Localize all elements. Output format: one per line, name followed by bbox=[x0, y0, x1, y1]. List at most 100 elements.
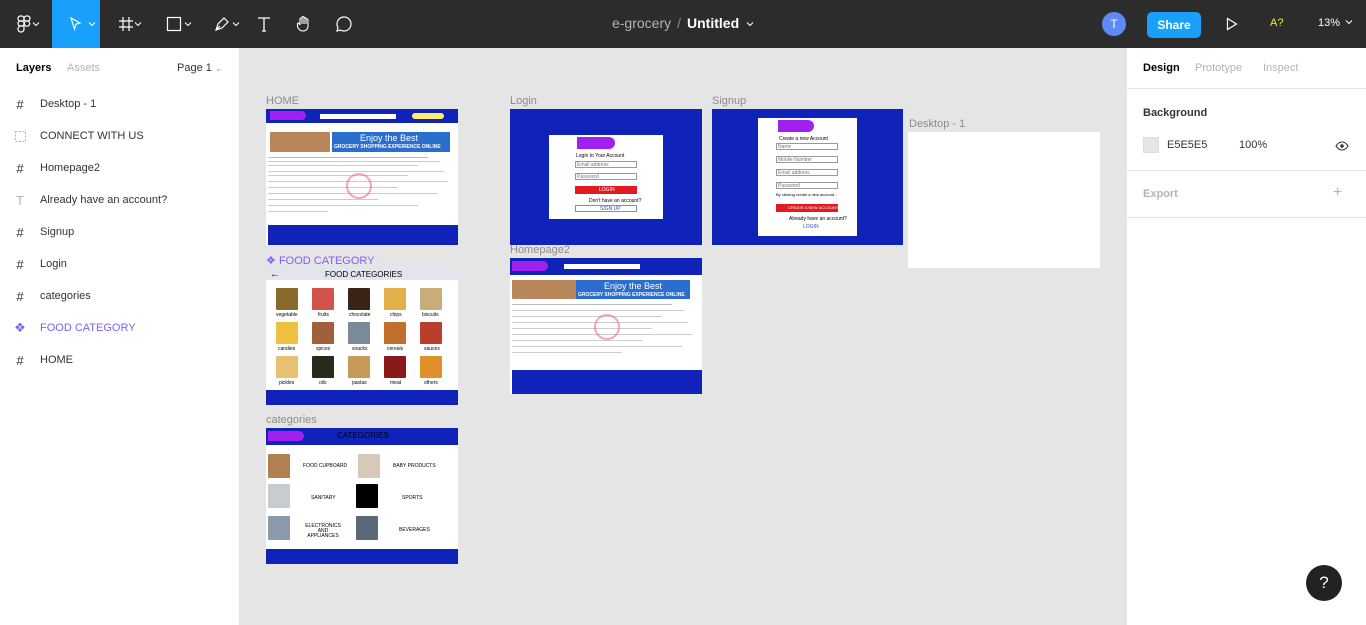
background-swatch[interactable] bbox=[1143, 137, 1159, 153]
layer-categories[interactable]: # categories bbox=[0, 280, 240, 312]
tab-prototype[interactable]: Prototype bbox=[1195, 62, 1242, 74]
hand-tool-button[interactable] bbox=[288, 0, 320, 48]
signup-terms: By clicking create a new account... bbox=[776, 192, 838, 197]
category-label: FOOD CUPBOARD bbox=[303, 463, 348, 469]
signup-login-link: LOGIN bbox=[803, 224, 819, 230]
categories-footer bbox=[266, 549, 458, 564]
frame-home[interactable]: Enjoy the Best GROCERY SHOPPING EXPERIEN… bbox=[266, 109, 458, 245]
frame-label-homepage2[interactable]: Homepage2 bbox=[510, 244, 570, 256]
frame-login[interactable]: Login to Your Account Email address Pass… bbox=[510, 109, 702, 245]
banner-image bbox=[270, 132, 330, 152]
layer-homepage2[interactable]: # Homepage2 bbox=[0, 152, 240, 184]
food-item-label: oils bbox=[319, 380, 327, 386]
chevron-down-icon bbox=[1345, 20, 1353, 25]
comment-icon bbox=[336, 16, 352, 32]
login-button-label: LOGIN bbox=[599, 187, 615, 193]
frame-icon: # bbox=[16, 160, 24, 176]
comment-tool-button[interactable] bbox=[328, 0, 360, 48]
watermark-logo bbox=[594, 314, 620, 340]
text-tool-button[interactable] bbox=[248, 0, 280, 48]
frame-icon: # bbox=[16, 96, 24, 112]
help-button[interactable]: ? bbox=[1306, 565, 1342, 601]
document-name[interactable]: Untitled bbox=[687, 15, 739, 31]
accessibility-check-button[interactable]: A? bbox=[1270, 17, 1283, 29]
layer-desktop-1[interactable]: # Desktop - 1 bbox=[0, 88, 240, 120]
frame-label-signup[interactable]: Signup bbox=[712, 95, 746, 107]
page-name: Page 1 bbox=[177, 62, 212, 74]
login-heading: Login to Your Account bbox=[576, 153, 625, 159]
toolbar: e-grocery / Untitled T Share A? 13% bbox=[0, 0, 1366, 48]
account-pill bbox=[412, 113, 444, 119]
layer-login[interactable]: # Login bbox=[0, 248, 240, 280]
search-input bbox=[564, 264, 640, 269]
food-footer bbox=[266, 390, 458, 405]
logo bbox=[577, 137, 615, 149]
layer-signup[interactable]: # Signup bbox=[0, 216, 240, 248]
canvas[interactable]: HOME Enjoy the Best GROCERY SHOPPING EXP… bbox=[240, 48, 1126, 625]
food-item-label: sauces bbox=[424, 346, 440, 352]
frame-label-login[interactable]: Login bbox=[510, 95, 537, 107]
tab-layers[interactable]: Layers bbox=[16, 62, 51, 74]
add-export-button[interactable]: + bbox=[1333, 184, 1342, 202]
question-icon: ? bbox=[1319, 573, 1329, 592]
signup-password-field: Password bbox=[776, 182, 838, 189]
figma-menu-icon[interactable] bbox=[0, 0, 48, 48]
homepage2-banner-title: Enjoy the Best bbox=[604, 281, 663, 291]
rectangle-icon bbox=[166, 16, 182, 32]
frame-tool-button[interactable] bbox=[104, 0, 148, 48]
food-item-label: spices bbox=[316, 346, 331, 352]
login-button: LOGIN bbox=[575, 186, 637, 194]
frame-icon: # bbox=[16, 224, 24, 240]
hand-icon bbox=[296, 15, 309, 32]
background-hex-input[interactable]: E5E5E5 bbox=[1167, 139, 1207, 151]
frame-label-categories[interactable]: categories bbox=[266, 414, 317, 426]
chevron-down-icon: ⌄ bbox=[214, 64, 222, 73]
signup-have-account: Already have an account? bbox=[789, 216, 847, 222]
layer-label: Desktop - 1 bbox=[40, 98, 97, 110]
present-button[interactable] bbox=[1220, 0, 1244, 48]
frame-homepage2[interactable]: Enjoy the Best GROCERY SHOPPING EXPERIEN… bbox=[510, 258, 702, 394]
chevron-down-icon[interactable] bbox=[746, 20, 754, 28]
signup-button: CREATE A NEW ACCOUNT bbox=[776, 204, 838, 212]
food-item-label: biscuits bbox=[422, 312, 439, 318]
layer-home[interactable]: # HOME bbox=[0, 344, 240, 376]
layer-connect-with-us[interactable]: CONNECT WITH US bbox=[0, 120, 240, 152]
move-tool-button[interactable] bbox=[52, 0, 100, 48]
login-card: Login to Your Account Email address Pass… bbox=[549, 135, 663, 219]
background-opacity-input[interactable]: 100% bbox=[1239, 139, 1267, 151]
signup-email-placeholder: Email address bbox=[778, 170, 810, 176]
project-name[interactable]: e-grocery bbox=[612, 15, 671, 31]
tab-assets[interactable]: Assets bbox=[67, 62, 100, 74]
food-categories-title: FOOD CATEGORIES bbox=[325, 270, 403, 279]
frame-icon bbox=[119, 17, 133, 31]
share-button[interactable]: Share bbox=[1147, 12, 1201, 38]
home-banner-sub: GROCERY SHOPPING EXPERIENCE ONLINE bbox=[334, 144, 441, 150]
play-icon bbox=[1226, 17, 1238, 31]
zoom-select[interactable]: 13% bbox=[1318, 17, 1353, 29]
frame-desktop-1[interactable] bbox=[908, 132, 1100, 268]
frame-label-desktop-1[interactable]: Desktop - 1 bbox=[909, 118, 965, 130]
tab-inspect[interactable]: Inspect bbox=[1263, 62, 1298, 74]
signup-heading: Create a new Account bbox=[779, 136, 828, 142]
layer-label: HOME bbox=[40, 354, 73, 366]
frame-signup[interactable]: Create a new Account Name Mobile Number … bbox=[712, 109, 903, 245]
signup-email-field: Email address bbox=[776, 169, 838, 176]
frame-food-category[interactable]: ← FOOD CATEGORIES vegetable fruits choco… bbox=[266, 268, 458, 405]
background-heading: Background bbox=[1143, 107, 1208, 119]
plus-icon: + bbox=[1333, 184, 1343, 201]
eye-icon[interactable] bbox=[1335, 138, 1349, 156]
layer-food-category[interactable]: ❖ FOOD CATEGORY bbox=[0, 312, 240, 344]
layer-label: FOOD CATEGORY bbox=[40, 322, 136, 334]
rectangle-tool-button[interactable] bbox=[152, 0, 196, 48]
tab-design[interactable]: Design bbox=[1143, 62, 1180, 74]
signup-mobile-field: Mobile Number bbox=[776, 156, 838, 163]
signup-name-placeholder: Name bbox=[778, 144, 792, 150]
page-select[interactable]: Page 1 ⌄ bbox=[177, 62, 222, 74]
logo bbox=[270, 111, 306, 120]
layer-already-have-account[interactable]: T Already have an account? bbox=[0, 184, 240, 216]
frame-label-home[interactable]: HOME bbox=[266, 95, 299, 107]
frame-categories[interactable]: CATEGORIES FOOD CUPBOARD BABY PRODUCTS S… bbox=[266, 428, 458, 564]
avatar[interactable]: T bbox=[1102, 12, 1126, 36]
pen-tool-button[interactable] bbox=[200, 0, 244, 48]
frame-label-food-category[interactable]: ❖ FOOD CATEGORY bbox=[266, 254, 374, 267]
